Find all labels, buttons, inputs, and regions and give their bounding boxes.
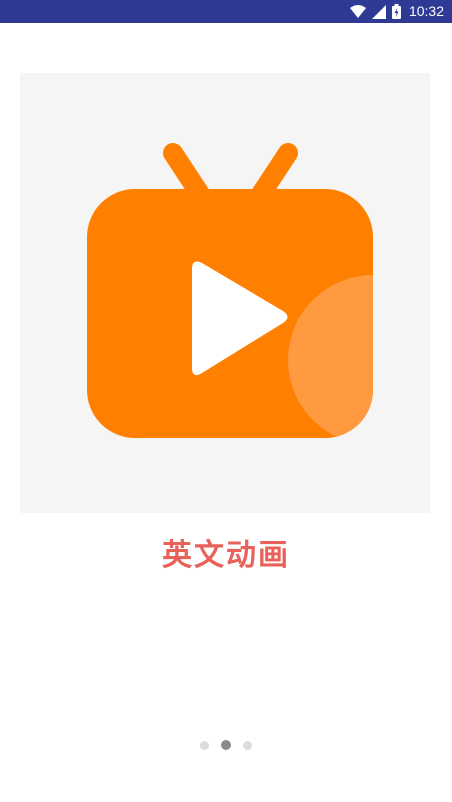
battery-icon — [391, 4, 401, 19]
illustration-panel — [20, 73, 430, 513]
status-time: 10:32 — [408, 3, 444, 19]
page-dot-2-active[interactable] — [221, 740, 231, 750]
status-bar: 10:32 — [0, 0, 452, 23]
signal-icon — [371, 4, 386, 19]
page-indicator — [0, 739, 452, 751]
page-dot-1[interactable] — [200, 740, 209, 750]
antenna-right — [251, 143, 298, 204]
tv-play-icon — [87, 143, 373, 438]
slide-title: 英文动画 — [162, 538, 290, 573]
status-icons: 10:32 — [349, 3, 444, 20]
wifi-icon — [349, 4, 366, 19]
page-dot-3[interactable] — [243, 740, 252, 750]
antenna-left — [163, 143, 210, 204]
